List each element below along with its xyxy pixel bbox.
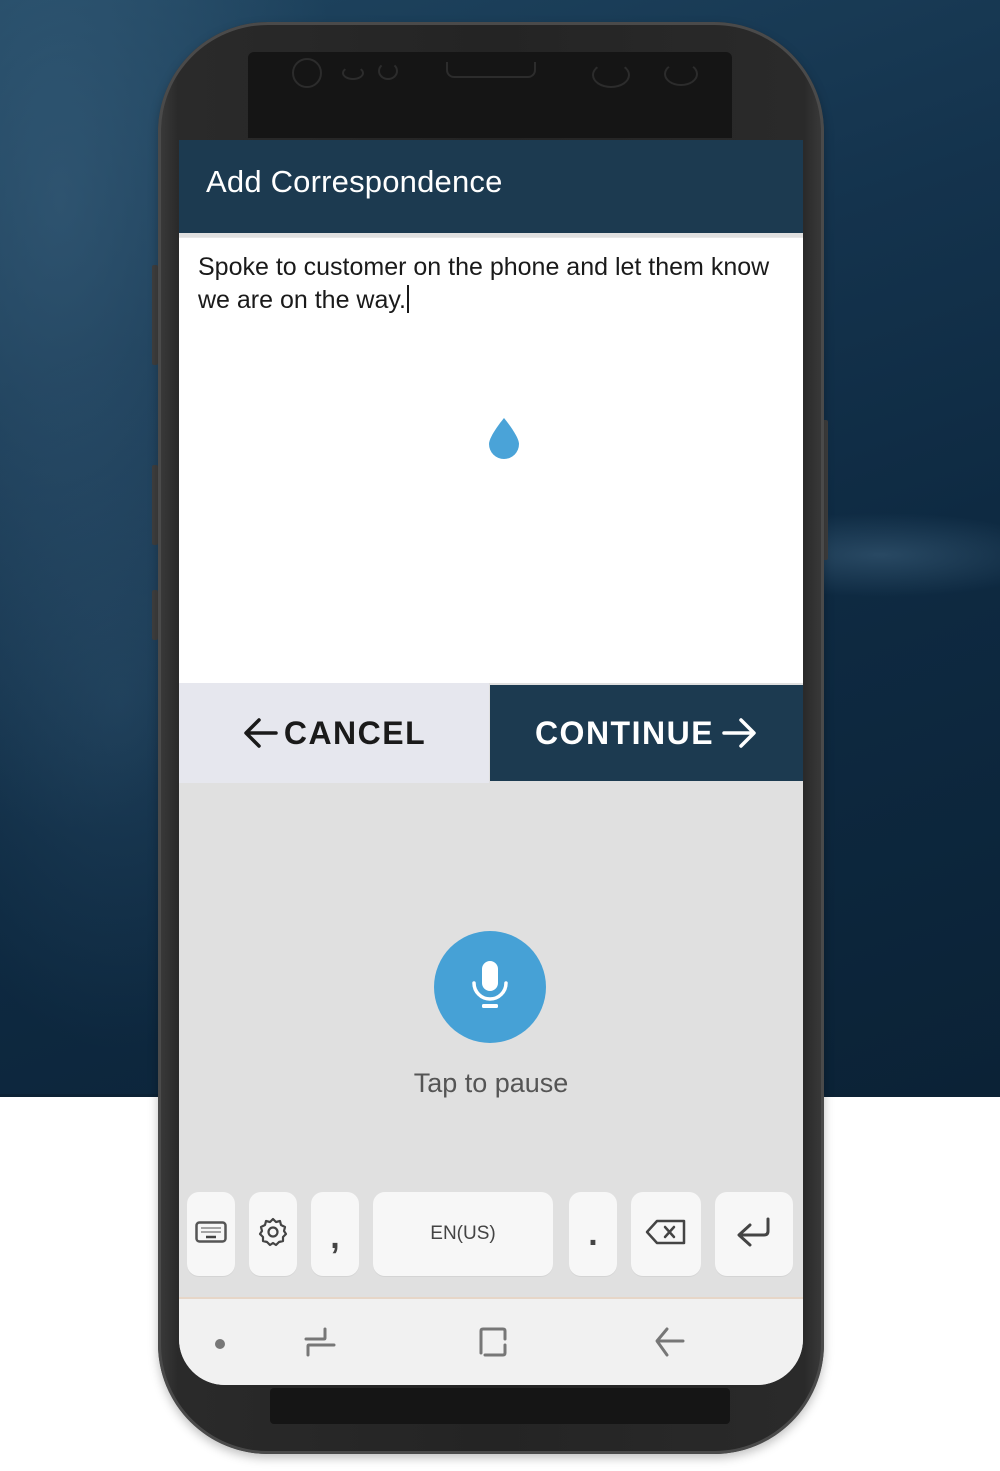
microphone-button[interactable]: [434, 931, 546, 1043]
home-button[interactable]: [477, 1325, 509, 1364]
gear-icon: [257, 1216, 289, 1253]
earpiece-speaker: [446, 62, 536, 78]
home-icon: [477, 1327, 509, 1363]
arrow-left-icon: [242, 717, 278, 749]
iris-camera: [664, 62, 698, 86]
enter-icon: [732, 1216, 776, 1253]
app-header: Add Correspondence: [179, 140, 803, 233]
phone-screen: Add Correspondence Spoke to customer on …: [179, 140, 803, 1385]
language-key-label: EN(US): [430, 1223, 496, 1244]
cancel-button[interactable]: CANCEL: [179, 683, 489, 783]
voice-status-label: Tap to pause: [413, 1068, 569, 1098]
period-key-label: .: [588, 1214, 598, 1253]
enter-key[interactable]: [715, 1192, 793, 1276]
settings-key[interactable]: [249, 1192, 297, 1276]
comma-key[interactable]: ,: [311, 1192, 359, 1276]
sensor: [378, 62, 398, 80]
front-camera: [292, 58, 322, 88]
text-caret: [406, 285, 409, 313]
keyboard-toolbar: , EN(US) .: [179, 1192, 803, 1276]
backspace-icon: [645, 1219, 687, 1250]
page-title: Add Correspondence: [206, 164, 503, 199]
sensor: [342, 66, 364, 80]
continue-label: CONTINUE: [534, 714, 715, 751]
correspondence-text: Spoke to customer on the phone and let t…: [198, 253, 770, 314]
correspondence-text-field[interactable]: Spoke to customer on the phone and let t…: [179, 237, 803, 683]
arrow-right-icon: [722, 717, 758, 749]
cursor-handle-icon[interactable]: [487, 418, 521, 460]
back-button[interactable]: [653, 1325, 685, 1364]
back-icon: [653, 1327, 685, 1363]
iris-sensor: [592, 62, 630, 88]
period-key[interactable]: .: [569, 1192, 617, 1276]
dot-indicator-icon[interactable]: [215, 1339, 225, 1349]
cancel-label: CANCEL: [283, 714, 427, 751]
action-buttons: CANCEL CONTINUE: [179, 683, 803, 783]
system-nav-bar: [179, 1299, 803, 1385]
voice-input-panel: Tap to pause: [179, 783, 803, 1188]
recent-apps-button[interactable]: [303, 1325, 337, 1364]
microphone-icon: [470, 959, 510, 1016]
recent-apps-icon: [303, 1327, 337, 1363]
backspace-key[interactable]: [631, 1192, 701, 1276]
bottom-bezel: [270, 1388, 730, 1424]
continue-button[interactable]: CONTINUE: [490, 685, 803, 781]
language-key[interactable]: EN(US): [373, 1192, 553, 1276]
keyboard-icon: [195, 1220, 227, 1248]
comma-key-label: ,: [330, 1217, 340, 1256]
keyboard-switch-key[interactable]: [187, 1192, 235, 1276]
